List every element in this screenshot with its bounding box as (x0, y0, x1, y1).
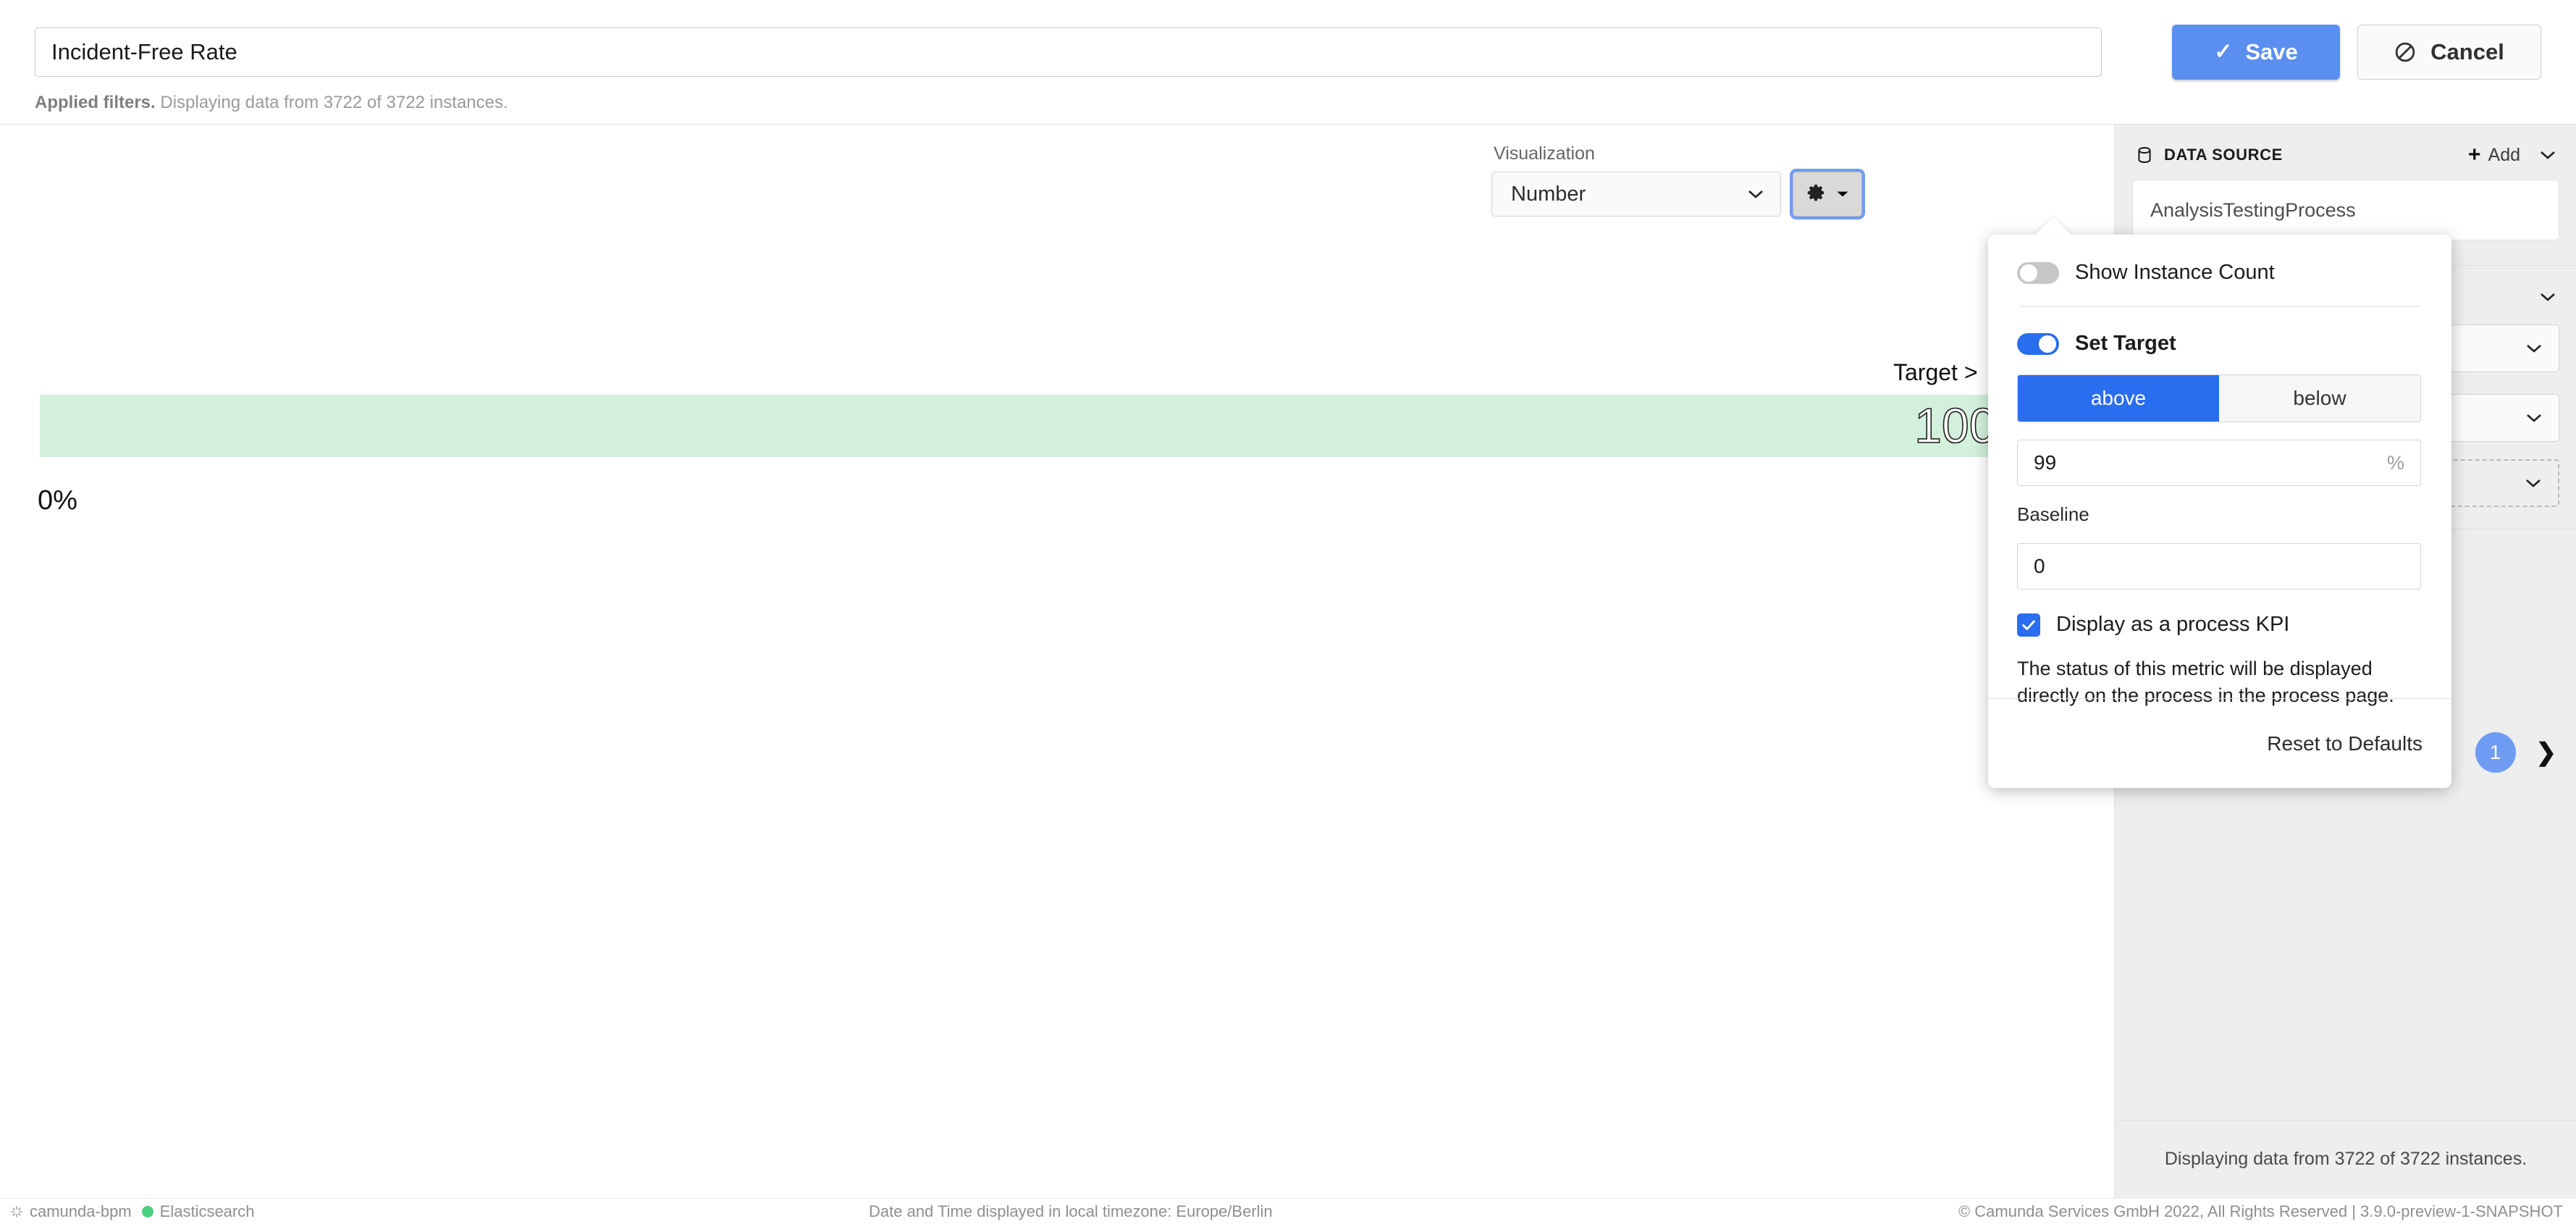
kpi-checkbox-row: Display as a process KPI (2017, 613, 2423, 637)
applied-filters-label: Applied filters. (35, 93, 156, 112)
toggle-knob (2039, 335, 2056, 353)
show-instance-count-row: Show Instance Count (2017, 261, 2423, 285)
add-data-source-button[interactable]: + Add (2468, 144, 2520, 166)
chevron-down-icon (2527, 345, 2541, 353)
database-icon (2138, 147, 2151, 163)
sidebar-status-text: Displaying data from 3722 of 3722 instan… (2115, 1120, 2576, 1198)
save-button[interactable]: ✓ Save (2172, 25, 2340, 80)
visualization-selected-value: Number (1511, 182, 1586, 206)
add-button-label: Add (2488, 144, 2520, 165)
gear-icon (1807, 184, 1824, 201)
target-unit-label: % (2386, 451, 2404, 474)
page-number-button[interactable]: 1 (2475, 732, 2516, 773)
visualization-select[interactable]: Number (1491, 172, 1781, 217)
target-direction-segmented: above below (2017, 374, 2421, 422)
chevron-down-icon[interactable] (2539, 150, 2556, 160)
report-editor-page: ✓ Save Cancel Applied filters. Displayin… (0, 0, 2576, 1224)
cancel-button-label: Cancel (2430, 39, 2504, 64)
report-canvas: Visualization Number Target > 100% 0% (0, 125, 2114, 1198)
copyright-note: © Camunda Services GmbH 2022, All Rights… (1958, 1202, 2563, 1220)
applied-filters-text: Applied filters. Displaying data from 37… (35, 93, 508, 113)
chevron-down-icon (1748, 190, 1763, 198)
number-bar: 100% (40, 395, 2067, 457)
data-source-name-label: AnalysisTestingProcess (2150, 198, 2356, 221)
search-engine-name: Elasticsearch (159, 1202, 255, 1220)
page-footer: camunda-bpm Elasticsearch Date and Time … (0, 1198, 2576, 1224)
check-icon (2022, 619, 2035, 630)
cancel-button[interactable]: Cancel (2357, 25, 2541, 80)
axis-min-label: 0% (38, 485, 77, 516)
chart-config-button[interactable] (1790, 169, 1865, 219)
baseline-label: Baseline (2017, 503, 2089, 525)
save-button-label: Save (2245, 39, 2298, 64)
popup-arrow (2034, 217, 2072, 235)
page-header: ✓ Save Cancel Applied filters. Displayin… (0, 0, 2576, 125)
reset-to-defaults-link[interactable]: Reset to Defaults (2267, 732, 2423, 755)
baseline-input[interactable]: 0 (2017, 543, 2421, 590)
target-direction-below[interactable]: below (2219, 375, 2420, 422)
set-target-row: Set Target (2017, 332, 2423, 356)
popup-footer: Reset to Defaults (1988, 698, 2451, 788)
popup-divider (2020, 306, 2420, 307)
baseline-value-text: 0 (2034, 555, 2045, 577)
show-instance-count-label: Show Instance Count (2075, 261, 2275, 284)
set-target-toggle[interactable] (2017, 332, 2059, 355)
visualization-label: Visualization (1494, 143, 1595, 164)
kpi-checkbox[interactable] (2017, 613, 2040, 637)
ban-icon (2395, 42, 2415, 62)
engine-status: camunda-bpm (10, 1202, 132, 1221)
target-line-label: Target > (1893, 359, 1978, 385)
spinner-icon (11, 1206, 22, 1217)
chart-config-popup: Show Instance Count Set Target above bel… (1988, 235, 2451, 788)
data-source-title: DATA SOURCE (2164, 146, 2283, 164)
chevron-down-icon (2527, 414, 2541, 422)
target-value-input[interactable]: 99 % (2017, 440, 2421, 486)
check-icon: ✓ (2214, 40, 2233, 64)
target-direction-above[interactable]: above (2018, 375, 2219, 422)
chevron-down-icon (1837, 191, 1848, 197)
show-instance-count-toggle[interactable] (2017, 261, 2059, 284)
status-dot-icon (141, 1206, 153, 1217)
engine-name: camunda-bpm (30, 1202, 132, 1220)
timezone-note: Date and Time displayed in local timezon… (869, 1202, 1273, 1220)
data-source-name[interactable]: AnalysisTestingProcess (2132, 180, 2559, 240)
chevron-down-icon (2526, 479, 2541, 487)
toggle-knob (2020, 264, 2037, 282)
plus-icon: + (2467, 143, 2481, 167)
kpi-checkbox-label: Display as a process KPI (2056, 613, 2290, 636)
search-engine-status: Elasticsearch (141, 1202, 255, 1221)
visualization-controls: Visualization Number (1491, 143, 1865, 219)
applied-filters-detail: Displaying data from 3722 of 3722 instan… (155, 93, 508, 112)
chevron-down-icon[interactable] (2539, 292, 2556, 302)
set-target-label: Set Target (2075, 332, 2176, 355)
data-source-header: DATA SOURCE + Add (2115, 135, 2576, 175)
report-title-input[interactable] (35, 28, 2102, 77)
target-value-text: 99 (2034, 451, 2057, 474)
next-page-icon[interactable]: ❯ (2536, 738, 2557, 767)
